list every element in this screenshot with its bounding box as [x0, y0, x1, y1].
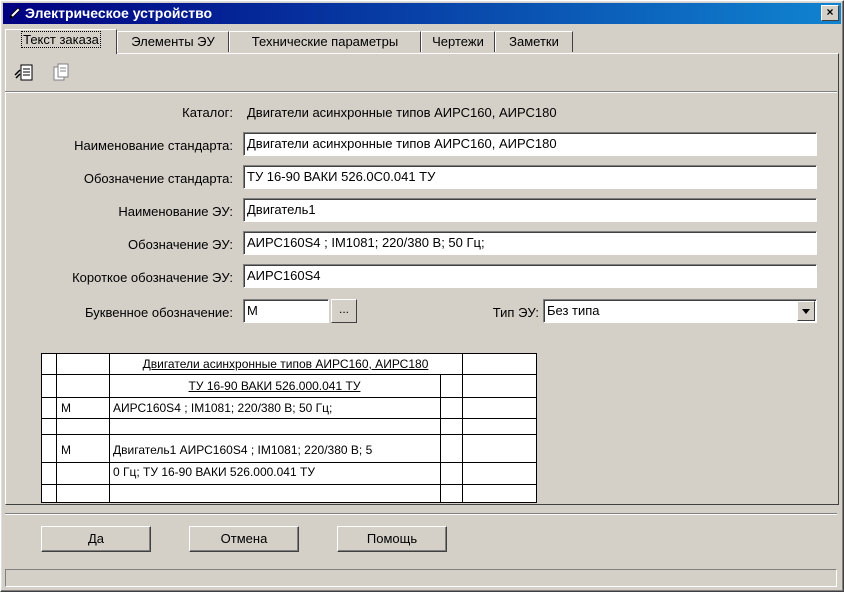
std-name-label: Наименование стандарта:: [74, 138, 233, 153]
eu-short-field[interactable]: АИРС160S4: [243, 264, 817, 288]
grid-line: [42, 484, 536, 485]
catalog-label: Каталог:: [182, 105, 233, 120]
eu-code-field[interactable]: АИРС160S4 ; IM1081; 220/380 В; 50 Гц;: [243, 231, 817, 255]
eu-short-label: Короткое обозначение ЭУ:: [72, 270, 233, 285]
tab-order-text[interactable]: Текст заказа: [5, 29, 117, 54]
close-button[interactable]: ×: [821, 5, 839, 21]
grid-line: [462, 354, 463, 502]
type-select[interactable]: Без типа: [543, 299, 817, 323]
preview-row1-text: АИРС160S4 ; IM1081; 220/380 В; 50 Гц;: [113, 401, 333, 415]
grid-line: [42, 434, 536, 435]
chevron-down-icon[interactable]: [797, 301, 815, 321]
std-name-field[interactable]: Двигатели асинхронные типов АИРС160, АИР…: [243, 132, 817, 156]
grid-line: [440, 374, 441, 502]
eu-code-label: Обозначение ЭУ:: [128, 237, 233, 252]
toolbar-separator: [5, 91, 837, 93]
tab-eu-elements[interactable]: Элементы ЭУ: [117, 31, 229, 52]
preview-header-catalog: Двигатели асинхронные типов АИРС160, АИР…: [142, 357, 429, 371]
tab-tech-params[interactable]: Технические параметры: [229, 31, 421, 52]
help-button[interactable]: Помощь: [337, 526, 447, 552]
preview-header-standard: ТУ 16-90 ВАКИ 526.000.041 ТУ: [188, 379, 361, 393]
ok-button[interactable]: Да: [41, 526, 151, 552]
eu-name-label: Наименование ЭУ:: [118, 204, 233, 219]
tab-notes[interactable]: Заметки: [495, 31, 573, 52]
grid-line: [56, 354, 57, 502]
catalog-value: Двигатели асинхронные типов АИРС160, АИР…: [247, 105, 557, 120]
paste-text-icon[interactable]: [13, 61, 35, 83]
tab-drawings[interactable]: Чертежи: [421, 31, 495, 52]
copy-doc-icon[interactable]: [49, 61, 71, 83]
preview-row2-text-2: 0 Гц; ТУ 16-90 ВАКИ 526.000.041 ТУ: [113, 465, 315, 479]
grid-line: [42, 418, 536, 419]
browse-button[interactable]: ...: [331, 299, 357, 323]
status-bar: [5, 569, 837, 587]
std-code-label: Обозначение стандарта:: [83, 171, 233, 186]
bottom-separator: [5, 513, 837, 515]
type-label: Тип ЭУ:: [492, 305, 539, 320]
print-preview: Двигатели асинхронные типов АИРС160, АИР…: [41, 353, 537, 503]
eu-name-field[interactable]: Двигатель1: [243, 198, 817, 222]
preview-row2-text-1: Двигатель1 АИРС160S4 ; IM1081; 220/380 В…: [113, 443, 373, 457]
pencil-icon: [9, 7, 21, 19]
preview-row2-code: М: [61, 443, 71, 457]
window-title: Электрическое устройство: [25, 5, 213, 21]
letter-field[interactable]: М: [243, 299, 329, 323]
preview-row1-code: М: [61, 401, 71, 415]
type-select-value: Без типа: [547, 303, 600, 318]
letter-label: Буквенное обозначение:: [85, 305, 233, 320]
title-bar[interactable]: Электрическое устройство ×: [3, 3, 841, 24]
dialog-window: Электрическое устройство × Текст заказа …: [0, 0, 844, 592]
std-code-field[interactable]: ТУ 16-90 ВАКИ 526.0С0.041 ТУ: [243, 165, 817, 189]
grid-line: [42, 374, 536, 375]
cancel-button[interactable]: Отмена: [189, 526, 299, 552]
